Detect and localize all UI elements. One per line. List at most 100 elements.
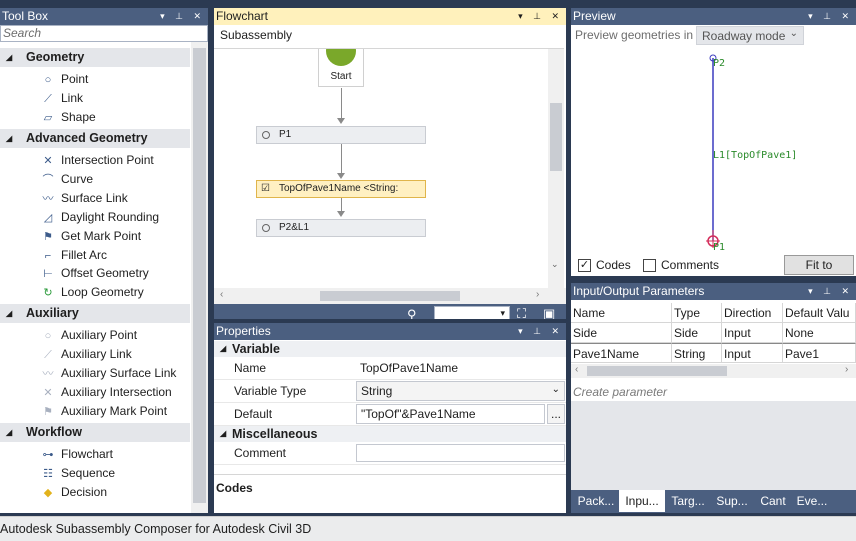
toolbox-scrollbar[interactable] [191, 42, 208, 513]
tool-offset-geometry[interactable]: ⊢ Offset Geometry [40, 264, 149, 282]
flow-node-p2l1[interactable]: P2&L1 [256, 219, 426, 237]
tool-decision[interactable]: ◆ Decision [40, 483, 107, 501]
panel-controls-icon[interactable]: ▾ ⊥ ✕ [518, 323, 563, 340]
tool-surface-link[interactable]: 〰 Surface Link [40, 189, 128, 207]
start-label: Start [330, 71, 352, 82]
scroll-left-icon[interactable]: ‹ [220, 289, 223, 300]
tab-superelevation[interactable]: Sup... [713, 490, 751, 512]
tool-get-mark-point[interactable]: ⚑ Get Mark Point [40, 227, 141, 245]
flowchart-icon: ⊶ [42, 448, 54, 461]
flowchart-canvas[interactable]: Start P1 ☑ TopOfPave1Name <String: P2&L1 … [214, 48, 564, 288]
io-hscroll[interactable]: ‹ › [571, 364, 856, 378]
overview-map-icon[interactable]: ▣ [543, 306, 555, 319]
start-circle-icon [326, 49, 356, 66]
section-variable[interactable]: ◢ Variable [214, 341, 566, 357]
codes-checkbox[interactable]: ✓ Codes [578, 258, 631, 273]
tab-packet[interactable]: Pack... [576, 490, 616, 512]
flow-node-variable[interactable]: ☑ TopOfPave1Name <String: [256, 180, 426, 198]
chevron-down-icon: ⌄ [551, 384, 560, 395]
flowchart-vscroll[interactable]: ⌄ [548, 49, 564, 288]
fit-view-icon[interactable]: ⛶ [517, 306, 526, 319]
preview-mode-select[interactable]: Roadway mode ⌄ [696, 26, 804, 45]
scrollbar-thumb[interactable] [587, 366, 727, 376]
tab-input-output[interactable]: Inpu... [619, 490, 665, 512]
category-workflow[interactable]: ◢ Workflow [0, 423, 190, 442]
toolbox-title: Tool Box [2, 9, 49, 23]
tool-sequence[interactable]: ☷ Sequence [40, 464, 115, 482]
tool-point[interactable]: ○ Point [40, 70, 89, 88]
label-l1: L1[TopOfPave1] [713, 150, 798, 161]
tab-target[interactable]: Targ... [668, 490, 708, 512]
column-header[interactable]: Type [672, 303, 722, 323]
toolbox-panel: Tool Box ▾ ⊥ ✕ Search ◢ Geometry ○ Point ⟋… [0, 8, 208, 513]
toolbox-search-input[interactable]: Search [0, 25, 208, 42]
start-node[interactable]: Start [318, 49, 364, 87]
column-header[interactable]: Name [571, 303, 672, 323]
table-cell[interactable]: String [672, 343, 722, 363]
category-auxiliary[interactable]: ◢ Auxiliary [0, 304, 190, 323]
zoom-dropdown[interactable]: ▾ [434, 306, 510, 319]
panel-controls-icon[interactable]: ▾ ⊥ ✕ [518, 8, 563, 25]
default-value-input[interactable]: "TopOf"&Pave1Name [356, 404, 545, 424]
table-cell[interactable]: Side [672, 323, 722, 343]
panel-controls-icon[interactable]: ▾ ⊥ ✕ [808, 283, 853, 300]
flowchart-hscroll[interactable]: ‹ › [214, 288, 566, 304]
name-value[interactable]: TopOfPave1Name [360, 361, 458, 375]
collapse-icon: ◢ [6, 134, 13, 143]
preview-panel: Preview ▾ ⊥ ✕ Preview geometries in Road… [571, 8, 856, 276]
section-miscellaneous[interactable]: ◢ Miscellaneous [214, 426, 566, 442]
flow-node-p1[interactable]: P1 [256, 126, 426, 144]
column-header[interactable]: Direction [722, 303, 783, 323]
flowchart-title: Flowchart [216, 9, 269, 23]
tool-fillet-arc[interactable]: ⌐ Fillet Arc [40, 246, 107, 264]
curve-icon: ⌒ [42, 173, 54, 186]
collapse-icon: ◢ [6, 428, 13, 437]
tool-auxiliary-surface-link[interactable]: 〰 Auxiliary Surface Link [40, 364, 177, 382]
tool-auxiliary-point[interactable]: ○ Auxiliary Point [40, 326, 137, 344]
tool-daylight-rounding[interactable]: ◿ Daylight Rounding [40, 208, 159, 226]
tool-intersection-point[interactable]: ✕ Intersection Point [40, 151, 153, 169]
category-advanced-geometry[interactable]: ◢ Advanced Geometry [0, 129, 190, 148]
collapse-icon: ◢ [220, 344, 227, 353]
column-header[interactable]: Default Valu [783, 303, 856, 323]
fit-to-screen-button[interactable]: Fit to Screen [784, 255, 854, 275]
tab-event-viewer[interactable]: Eve... [795, 490, 829, 512]
scrollbar-thumb[interactable] [320, 291, 460, 301]
tool-curve[interactable]: ⌒ Curve [40, 170, 94, 188]
category-geometry[interactable]: ◢ Geometry [0, 48, 190, 67]
scroll-right-icon[interactable]: › [845, 364, 848, 375]
variable-type-select[interactable]: String ⌄ [356, 381, 565, 401]
panel-controls-icon[interactable]: ▾ ⊥ ✕ [160, 8, 205, 25]
table-cell[interactable]: Pave1 [783, 343, 856, 363]
table-cell[interactable]: Input [722, 343, 783, 363]
scroll-down-icon[interactable]: ⌄ [551, 259, 559, 270]
table-cell[interactable]: Input [722, 323, 783, 343]
tool-flowchart[interactable]: ⊶ Flowchart [40, 445, 114, 463]
scrollbar-thumb[interactable] [193, 48, 206, 503]
scroll-left-icon[interactable]: ‹ [575, 364, 578, 375]
comment-input[interactable] [356, 444, 565, 462]
scrollbar-thumb[interactable] [550, 103, 562, 171]
io-titlebar: Input/Output Parameters ▾ ⊥ ✕ [571, 283, 856, 300]
sequence-icon: ☷ [43, 467, 53, 480]
tab-cant[interactable]: Cant [756, 490, 790, 512]
link-icon: ⟋ [44, 92, 52, 105]
create-parameter-input[interactable]: Create parameter [573, 385, 667, 399]
flowchart-breadcrumb: Subassembly [220, 28, 293, 42]
tool-shape[interactable]: ▱ Shape [40, 108, 96, 126]
expression-editor-button[interactable]: ... [547, 404, 565, 424]
tool-auxiliary-intersection[interactable]: ✕ Auxiliary Intersection [40, 383, 171, 401]
tool-auxiliary-link[interactable]: ⟋ Auxiliary Link [40, 345, 132, 363]
tool-loop-geometry[interactable]: ↻ Loop Geometry [40, 283, 143, 301]
label-p1: P1 [713, 242, 726, 253]
tool-link[interactable]: ⟋ Link [40, 89, 83, 107]
panel-controls-icon[interactable]: ▾ ⊥ ✕ [808, 8, 853, 25]
table-cell[interactable]: Pave1Name [571, 343, 672, 363]
tool-auxiliary-mark-point[interactable]: ⚑ Auxiliary Mark Point [40, 402, 167, 420]
scroll-right-icon[interactable]: › [536, 289, 539, 300]
zoom-search-icon[interactable]: ⚲ [407, 307, 417, 319]
table-cell[interactable]: Side [571, 323, 672, 343]
comments-checkbox[interactable]: Comments [643, 258, 719, 273]
io-empty-area [571, 401, 856, 490]
table-cell[interactable]: None [783, 323, 856, 343]
